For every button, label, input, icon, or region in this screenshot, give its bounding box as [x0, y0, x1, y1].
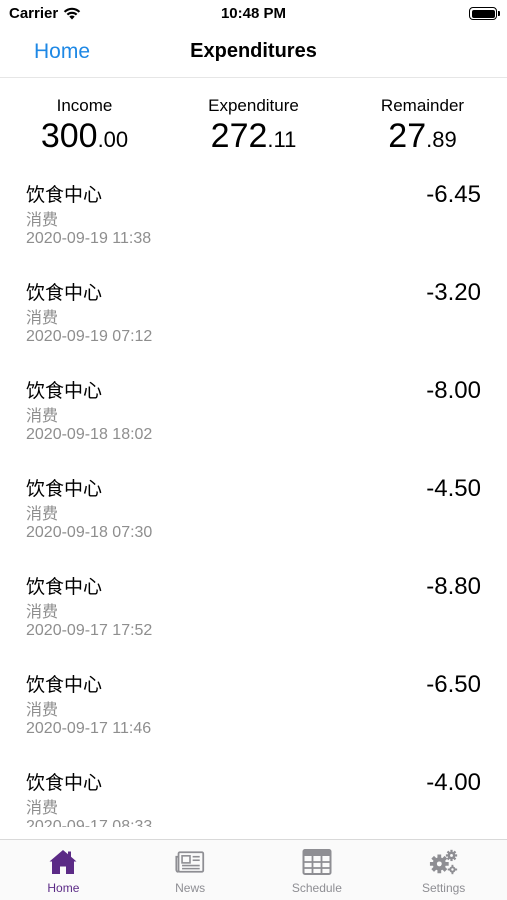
transaction-amount: -3.20 — [426, 279, 481, 306]
status-time: 10:48 PM — [220, 5, 287, 22]
transaction-time: 2020-09-18 18:02 — [26, 426, 153, 443]
transaction-amount: -8.00 — [426, 377, 481, 404]
transaction-row[interactable]: 饮食中心 消费 2020-09-17 08:33 -4.00 — [0, 758, 507, 827]
transaction-row[interactable]: 饮食中心 消费 2020-09-17 11:46 -6.50 — [0, 660, 507, 758]
expenditure-summary: Expenditure 272.11 — [169, 96, 338, 162]
transaction-row[interactable]: 饮食中心 消费 2020-09-18 07:30 -4.50 — [0, 464, 507, 562]
page-title: Expenditures — [190, 40, 317, 62]
tab-news[interactable]: News — [127, 840, 254, 900]
transaction-row[interactable]: 饮食中心 消费 2020-09-17 17:52 -8.80 — [0, 562, 507, 660]
transaction-type: 消费 — [26, 212, 59, 229]
transaction-amount: -6.50 — [426, 671, 481, 698]
tab-home[interactable]: Home — [0, 840, 127, 900]
transaction-amount: -4.50 — [426, 475, 481, 502]
transaction-time: 2020-09-19 11:38 — [26, 230, 152, 247]
status-bar: Carrier 10:48 PM — [0, 0, 507, 30]
remainder-label: Remainder — [380, 96, 465, 115]
income-value: 300.00 — [40, 117, 129, 155]
income-label: Income — [56, 96, 113, 115]
transaction-row[interactable]: 饮食中心 消费 2020-09-19 11:38 -6.45 — [0, 170, 507, 268]
transaction-merchant: 饮食中心 — [26, 773, 103, 794]
transaction-merchant: 饮食中心 — [26, 675, 103, 696]
transaction-time: 2020-09-18 07:30 — [26, 524, 153, 541]
transaction-list[interactable]: 饮食中心 消费 2020-09-19 11:38 -6.45 饮食中心 消费 2… — [0, 170, 507, 827]
tab-schedule-label: Schedule — [291, 881, 342, 895]
tab-bar: Home News Schedule Settings — [0, 839, 507, 900]
newspaper-icon — [175, 851, 205, 873]
transaction-type: 消费 — [26, 604, 59, 621]
transaction-merchant: 饮食中心 — [26, 283, 103, 304]
tab-settings-label: Settings — [421, 881, 466, 895]
remainder-summary: Remainder 27.89 — [338, 96, 507, 162]
income-summary: Income 300.00 — [0, 96, 169, 162]
transaction-amount: -8.80 — [426, 573, 481, 600]
expenditure-label: Expenditure — [208, 96, 299, 115]
transaction-type: 消费 — [26, 702, 59, 719]
tab-news-label: News — [175, 881, 206, 895]
transaction-merchant: 饮食中心 — [26, 185, 103, 206]
transaction-type: 消费 — [26, 310, 59, 327]
transaction-amount: -4.00 — [426, 769, 481, 796]
tab-settings[interactable]: Settings — [380, 840, 507, 900]
transaction-row[interactable]: 饮食中心 消费 2020-09-19 07:12 -3.20 — [0, 268, 507, 366]
navigation-bar: Home Expenditures — [0, 30, 507, 78]
transaction-row[interactable]: 饮食中心 消费 2020-09-18 18:02 -8.00 — [0, 366, 507, 464]
balance-summary: Income 300.00 Expenditure 272.11 Remaind… — [0, 96, 507, 162]
home-icon — [49, 850, 77, 874]
transaction-time: 2020-09-17 11:46 — [26, 720, 152, 737]
calendar-grid-icon — [302, 849, 332, 875]
transaction-merchant: 饮食中心 — [26, 479, 103, 500]
tab-home-label: Home — [47, 881, 80, 895]
transaction-merchant: 饮食中心 — [26, 577, 103, 598]
transaction-type: 消费 — [26, 506, 59, 523]
tab-schedule[interactable]: Schedule — [254, 840, 381, 900]
transaction-merchant: 饮食中心 — [26, 381, 103, 402]
transaction-amount: -6.45 — [426, 181, 481, 208]
expenditure-value: 272.11 — [210, 117, 297, 155]
remainder-value: 27.89 — [388, 117, 457, 155]
transaction-time: 2020-09-17 08:33 — [26, 818, 153, 827]
gears-icon — [429, 849, 457, 875]
transaction-type: 消费 — [26, 408, 59, 425]
battery-icon — [469, 7, 500, 20]
transaction-type: 消费 — [26, 800, 59, 817]
transaction-time: 2020-09-17 17:52 — [26, 622, 153, 639]
transaction-time: 2020-09-19 07:12 — [26, 328, 153, 345]
